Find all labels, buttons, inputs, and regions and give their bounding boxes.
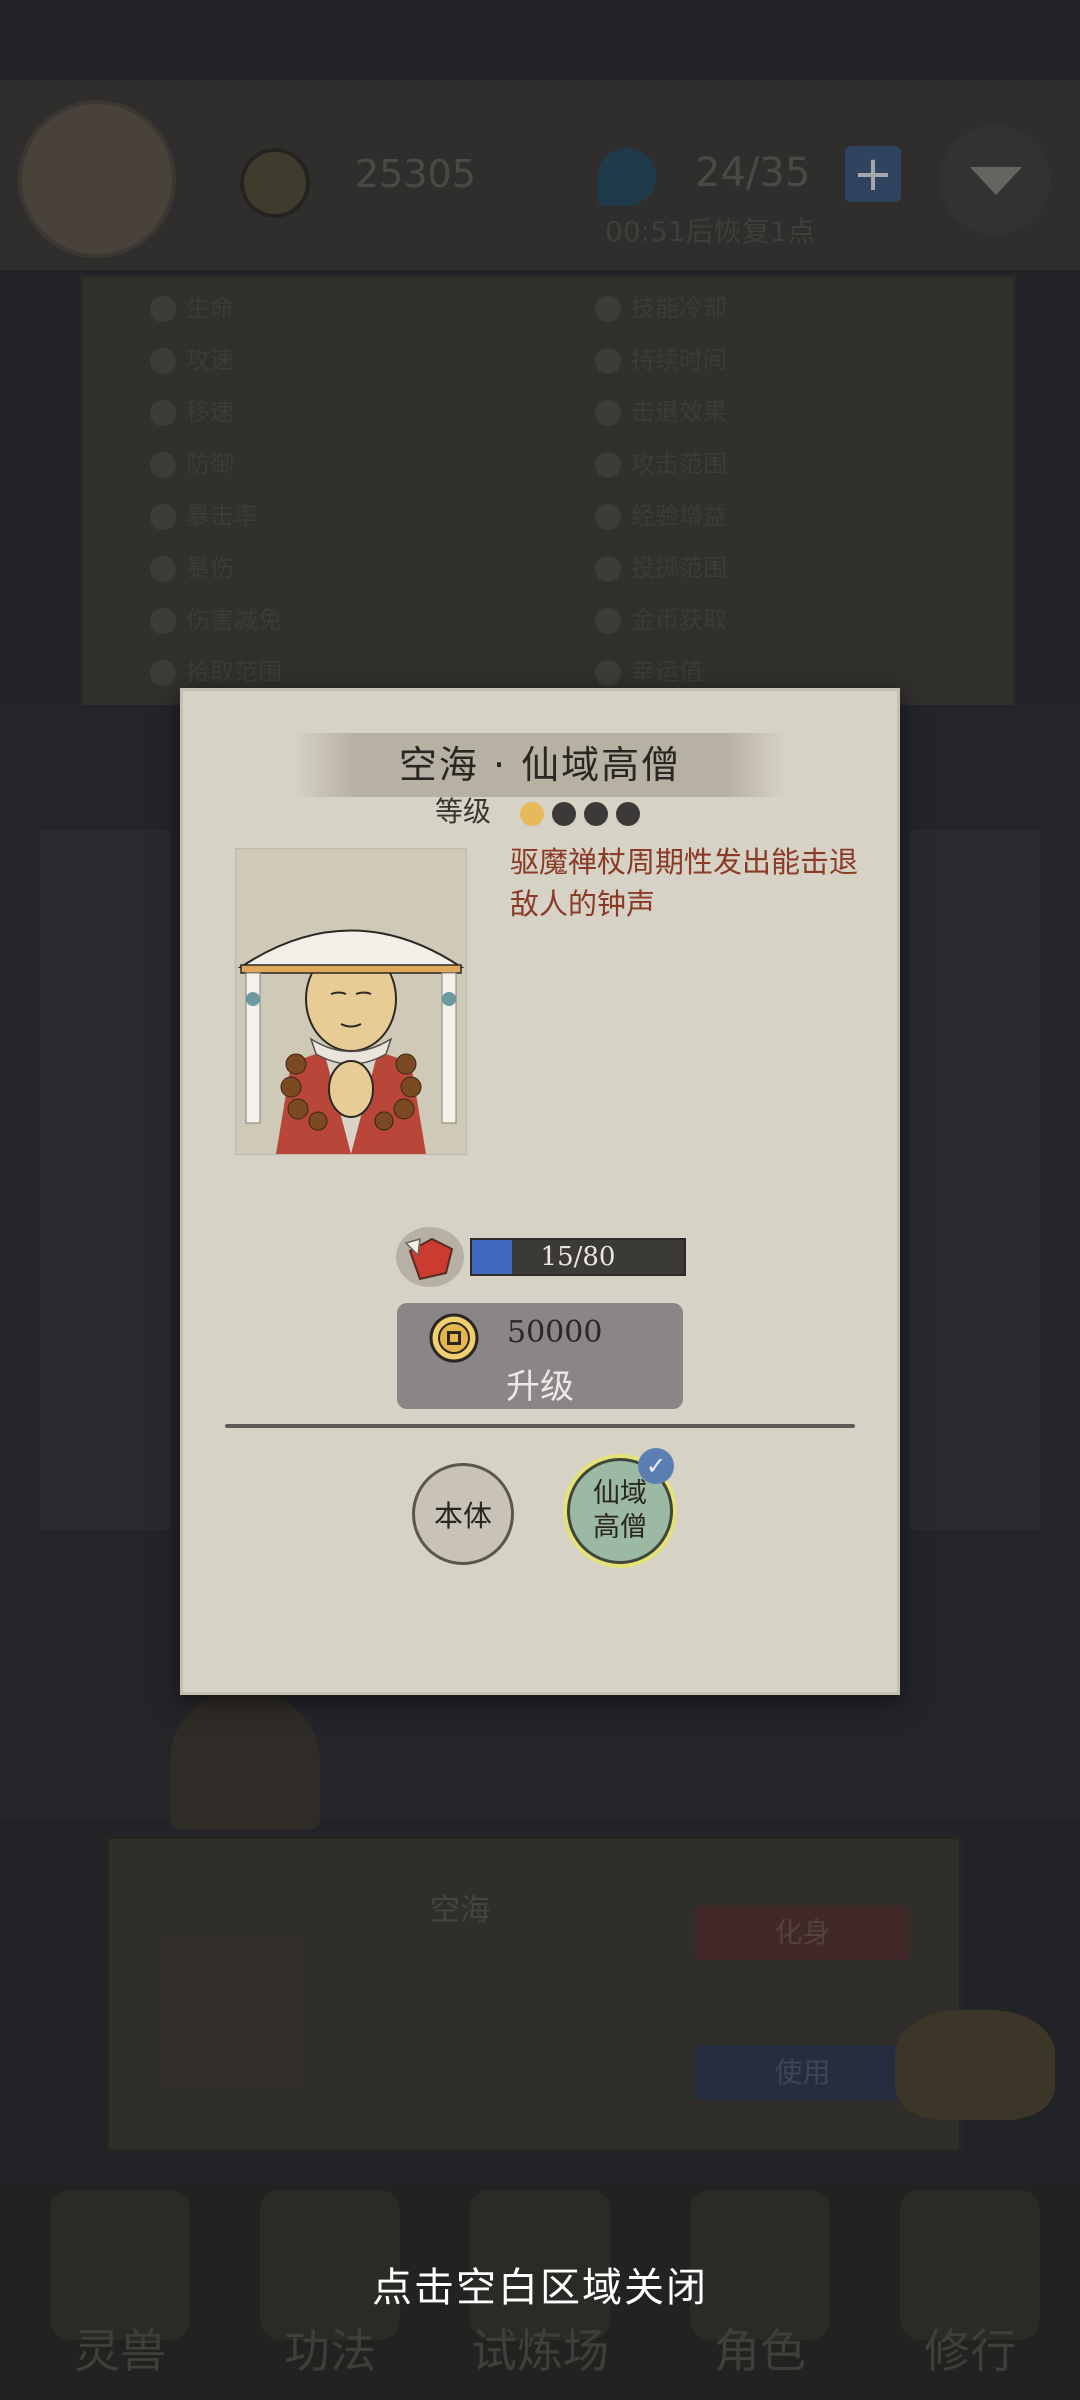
level-dot-filled [520,802,544,826]
form-base-button[interactable]: 本体 [412,1463,514,1565]
skin-description: 驱魔禅杖周期性发出能击退敌人的钟声 [510,845,859,921]
upgrade-button[interactable]: 50000 升级 [397,1303,683,1409]
form-base-label: 本体 [433,1499,492,1533]
divider [225,1424,855,1428]
level-label: 等级 [435,795,492,828]
coin-icon-image [429,1313,479,1363]
character-shard-icon [392,1221,468,1291]
level-dot-empty [584,802,608,826]
dialog-title: 空海 · 仙域高僧 [398,743,682,787]
shard-progress-text: 15/80 [540,1242,616,1272]
shard-progress-bar: 15/80 [470,1238,686,1276]
level-dot-empty [552,802,576,826]
upgrade-label: 升级 [506,1367,574,1407]
level-dot-empty [616,802,640,826]
shard-icon-image [396,1227,464,1287]
upgrade-cost: 50000 [507,1315,603,1350]
level-indicator [520,802,648,828]
skin-detail-dialog: 空海 · 仙域高僧 等级 驱魔禅杖周期性发出能击退敌人的钟声 15/80 500… [180,688,900,1695]
check-icon: ✓ [638,1448,674,1484]
close-hint[interactable]: 点击空白区域关闭 [0,2255,1080,2313]
form-immortal-label-line2: 高僧 [593,1512,647,1543]
monk-portrait-image [236,849,466,1154]
form-immortal-label-line1: 仙域 [593,1478,647,1509]
coin-icon [429,1313,479,1363]
monk-portrait [235,848,467,1155]
